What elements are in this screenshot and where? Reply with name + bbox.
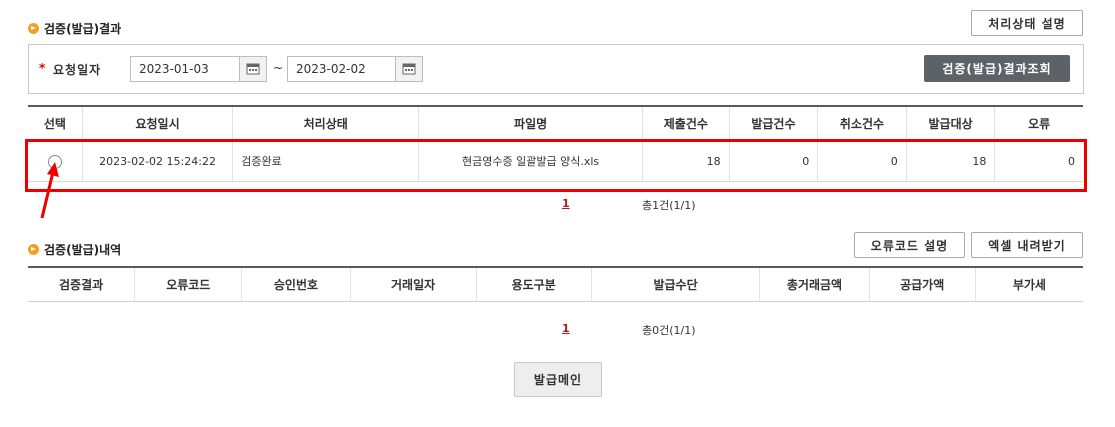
col-header: 공급가액 xyxy=(868,267,976,302)
detail-section-title-text: 검증(발급)내역 xyxy=(44,243,122,257)
result-total-summary: 총1건(1/1) xyxy=(642,199,696,212)
result-section-title-text: 검증(발급)결과 xyxy=(44,22,122,36)
end-date-input[interactable]: 2023-02-02 xyxy=(287,56,397,82)
col-header: 총거래금액 xyxy=(759,267,870,302)
error-code-help-button[interactable]: 오류코드 설명 xyxy=(854,232,965,258)
col-header: 거래일자 xyxy=(349,267,477,302)
detail-section-title: 검증(발급)내역 xyxy=(28,241,121,258)
col-header: 발급수단 xyxy=(590,267,760,302)
col-header: 요청일시 xyxy=(81,106,233,141)
result-section-title: 검증(발급)결과 xyxy=(28,20,121,37)
row-highlight-box xyxy=(25,139,1087,192)
col-header: 오류코드 xyxy=(134,267,242,302)
annotation-arrow-icon xyxy=(40,162,59,219)
issue-main-button[interactable]: 발급메인 xyxy=(514,362,602,397)
col-header: 발급건수 xyxy=(728,106,818,141)
detail-total-summary: 총0건(1/1) xyxy=(642,324,696,337)
detail-table: 검증결과 오류코드 승인번호 거래일자 용도구분 발급수단 총거래금액 공급가액… xyxy=(28,266,1083,302)
col-header: 파일명 xyxy=(418,106,643,141)
col-header: 제출건수 xyxy=(642,106,730,141)
result-pager: 1 xyxy=(562,197,570,210)
detail-table-header: 검증결과 오류코드 승인번호 거래일자 용도구분 발급수단 총거래금액 공급가액… xyxy=(28,267,1083,302)
col-header: 부가세 xyxy=(974,267,1083,302)
search-result-button[interactable]: 검증(발급)결과조회 xyxy=(924,55,1070,82)
date-range-separator: ~ xyxy=(273,61,284,75)
col-header: 검증결과 xyxy=(28,267,135,302)
search-panel: * 요청일자 2023-01-03 ~ 2023-02-02 검증(발급)결과조… xyxy=(28,44,1084,94)
request-date-label: 요청일자 xyxy=(53,63,102,77)
section-bullet-icon xyxy=(28,23,39,34)
section-bullet-icon xyxy=(28,244,39,255)
detail-pager: 1 xyxy=(562,322,570,335)
end-date-calendar-icon[interactable] xyxy=(395,56,423,82)
status-help-button[interactable]: 처리상태 설명 xyxy=(971,10,1083,36)
col-header: 취소건수 xyxy=(817,106,907,141)
col-header: 용도구분 xyxy=(475,267,592,302)
col-header: 선택 xyxy=(28,106,83,141)
start-date-input[interactable]: 2023-01-03 xyxy=(130,56,240,82)
result-table-header: 선택 요청일시 처리상태 파일명 제출건수 발급건수 취소건수 발급대상 오류 xyxy=(28,106,1083,141)
col-header: 오류 xyxy=(994,106,1083,141)
page-link[interactable]: 1 xyxy=(562,197,570,210)
col-header: 승인번호 xyxy=(241,267,351,302)
excel-download-button[interactable]: 엑셀 내려받기 xyxy=(971,232,1083,258)
start-date-calendar-icon[interactable] xyxy=(239,56,267,82)
required-mark: * xyxy=(39,61,46,75)
page-link[interactable]: 1 xyxy=(562,322,570,335)
col-header: 처리상태 xyxy=(232,106,419,141)
col-header: 발급대상 xyxy=(905,106,995,141)
